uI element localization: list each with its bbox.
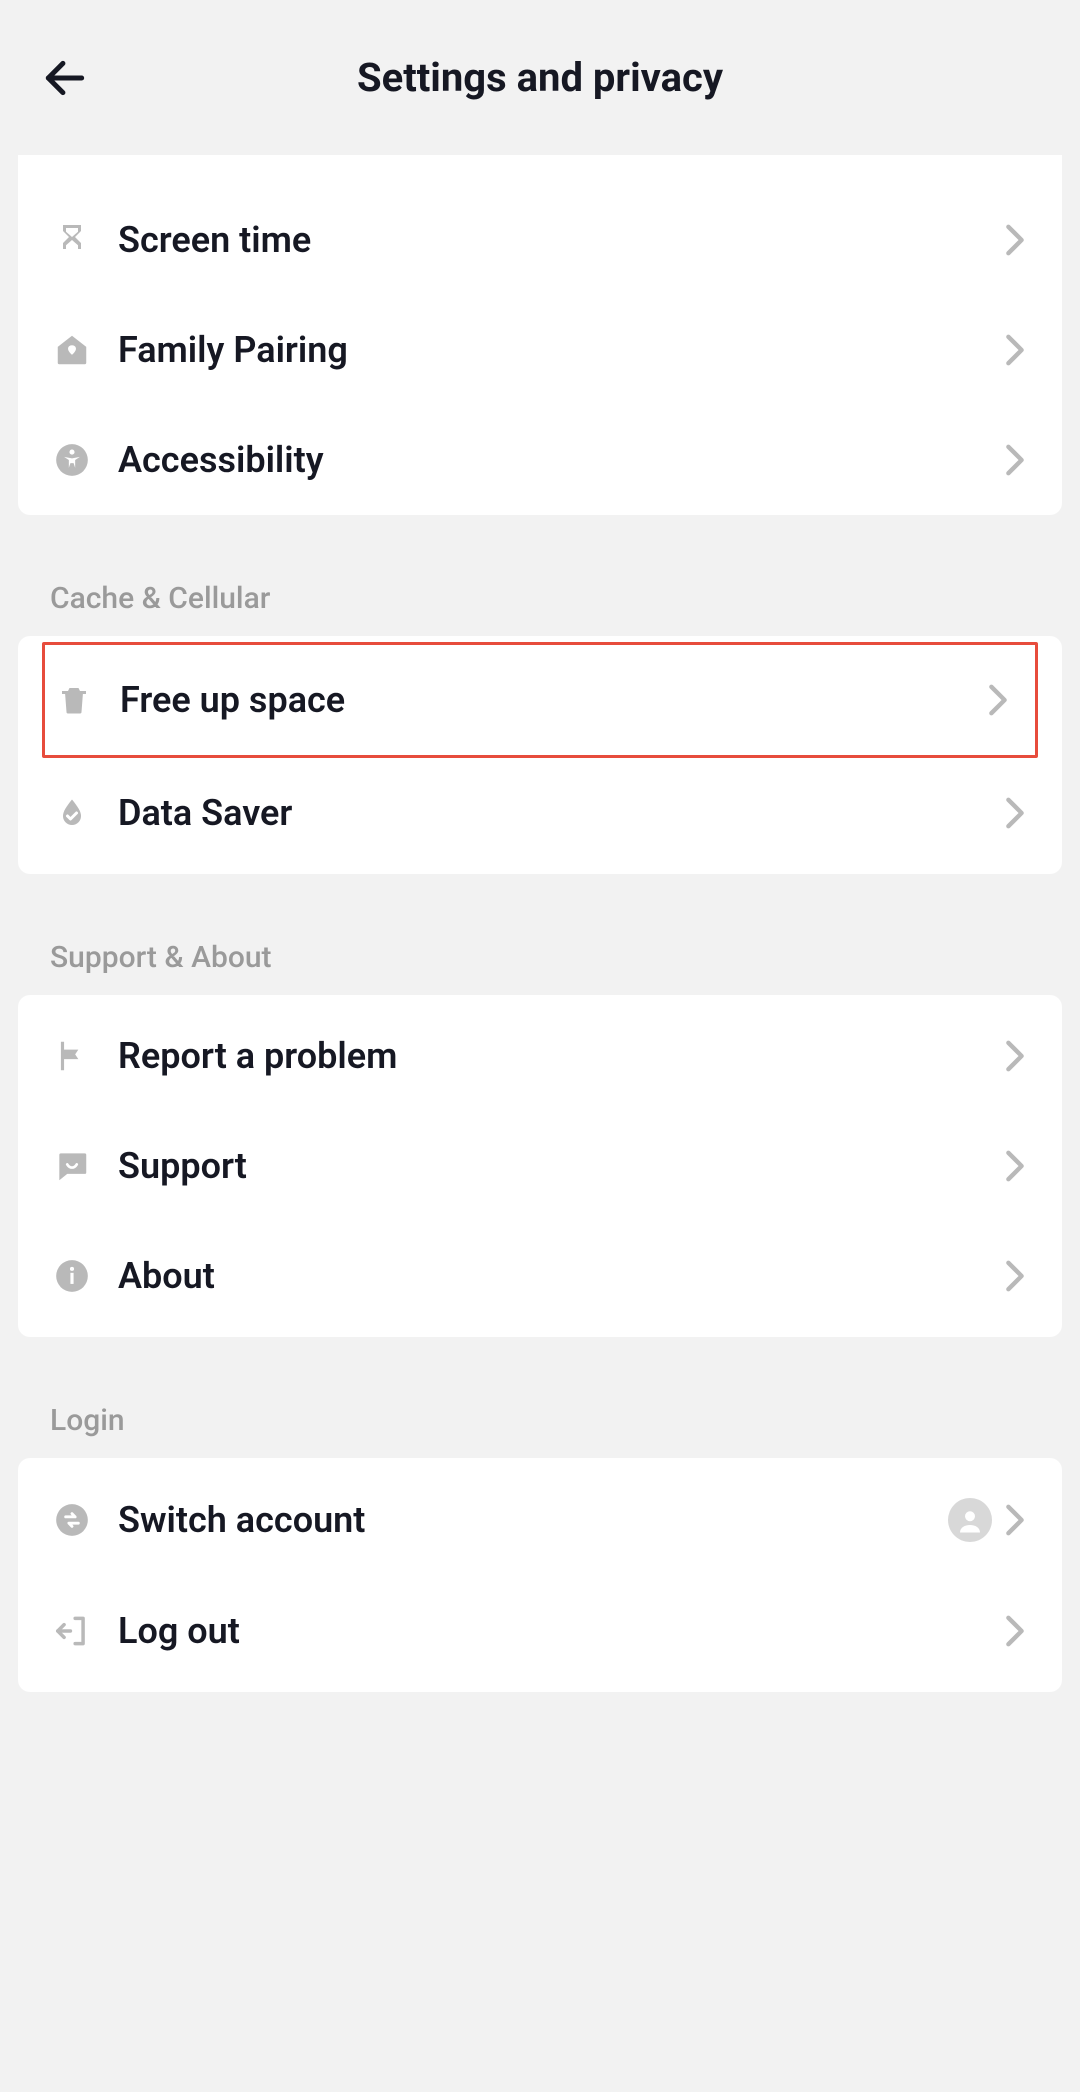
logout-icon xyxy=(52,1611,92,1651)
page-title: Settings and privacy xyxy=(0,54,1080,101)
row-data-saver[interactable]: Data Saver xyxy=(18,758,1062,868)
row-accessibility[interactable]: Accessibility xyxy=(18,405,1062,515)
trash-icon xyxy=(54,680,94,720)
row-label: Family Pairing xyxy=(118,329,1002,371)
row-label: About xyxy=(118,1255,1002,1297)
accessibility-icon xyxy=(52,440,92,480)
settings-card-login: Switch account Log out xyxy=(18,1458,1062,1692)
row-label: Accessibility xyxy=(118,439,1002,481)
row-label: Data Saver xyxy=(118,792,1002,834)
switch-account-icon xyxy=(52,1500,92,1540)
settings-card-support: Report a problem Support About xyxy=(18,995,1062,1337)
row-log-out[interactable]: Log out xyxy=(18,1576,1062,1686)
header-bar: Settings and privacy xyxy=(0,0,1080,155)
row-free-up-space[interactable]: Free up space xyxy=(45,645,1035,755)
section-header-login: Login xyxy=(0,1373,1080,1458)
section-header-support: Support & About xyxy=(0,910,1080,995)
chevron-right-icon xyxy=(1002,447,1028,473)
hourglass-icon xyxy=(52,220,92,260)
chevron-right-icon xyxy=(1002,1618,1028,1644)
chevron-right-icon xyxy=(1002,1263,1028,1289)
chevron-right-icon xyxy=(1002,1507,1028,1533)
chevron-right-icon xyxy=(1002,800,1028,826)
row-label: Screen time xyxy=(118,219,1002,261)
row-label: Switch account xyxy=(118,1499,948,1541)
flag-icon xyxy=(52,1036,92,1076)
arrow-left-icon xyxy=(40,53,90,103)
chevron-right-icon xyxy=(1002,337,1028,363)
home-heart-icon xyxy=(52,330,92,370)
section-header-cache: Cache & Cellular xyxy=(0,551,1080,636)
chat-smile-icon xyxy=(52,1146,92,1186)
settings-card-wellbeing: Screen time Family Pairing Accessibility xyxy=(18,155,1062,515)
row-family-pairing[interactable]: Family Pairing xyxy=(18,295,1062,405)
row-support[interactable]: Support xyxy=(18,1111,1062,1221)
row-report-problem[interactable]: Report a problem xyxy=(18,1001,1062,1111)
highlighted-row-box: Free up space xyxy=(42,642,1038,758)
row-label: Report a problem xyxy=(118,1035,1002,1077)
row-label: Free up space xyxy=(120,679,985,721)
row-label: Log out xyxy=(118,1610,1002,1652)
info-icon xyxy=(52,1256,92,1296)
chevron-right-icon xyxy=(1002,1043,1028,1069)
row-label: Support xyxy=(118,1145,1002,1187)
back-button[interactable] xyxy=(35,48,95,108)
row-about[interactable]: About xyxy=(18,1221,1062,1331)
row-screen-time[interactable]: Screen time xyxy=(18,185,1062,295)
chevron-right-icon xyxy=(1002,227,1028,253)
avatar-icon xyxy=(948,1498,992,1542)
settings-card-cache: Free up space Data Saver xyxy=(18,636,1062,874)
data-drop-icon xyxy=(52,793,92,833)
chevron-right-icon xyxy=(985,687,1011,713)
row-switch-account[interactable]: Switch account xyxy=(18,1464,1062,1576)
chevron-right-icon xyxy=(1002,1153,1028,1179)
